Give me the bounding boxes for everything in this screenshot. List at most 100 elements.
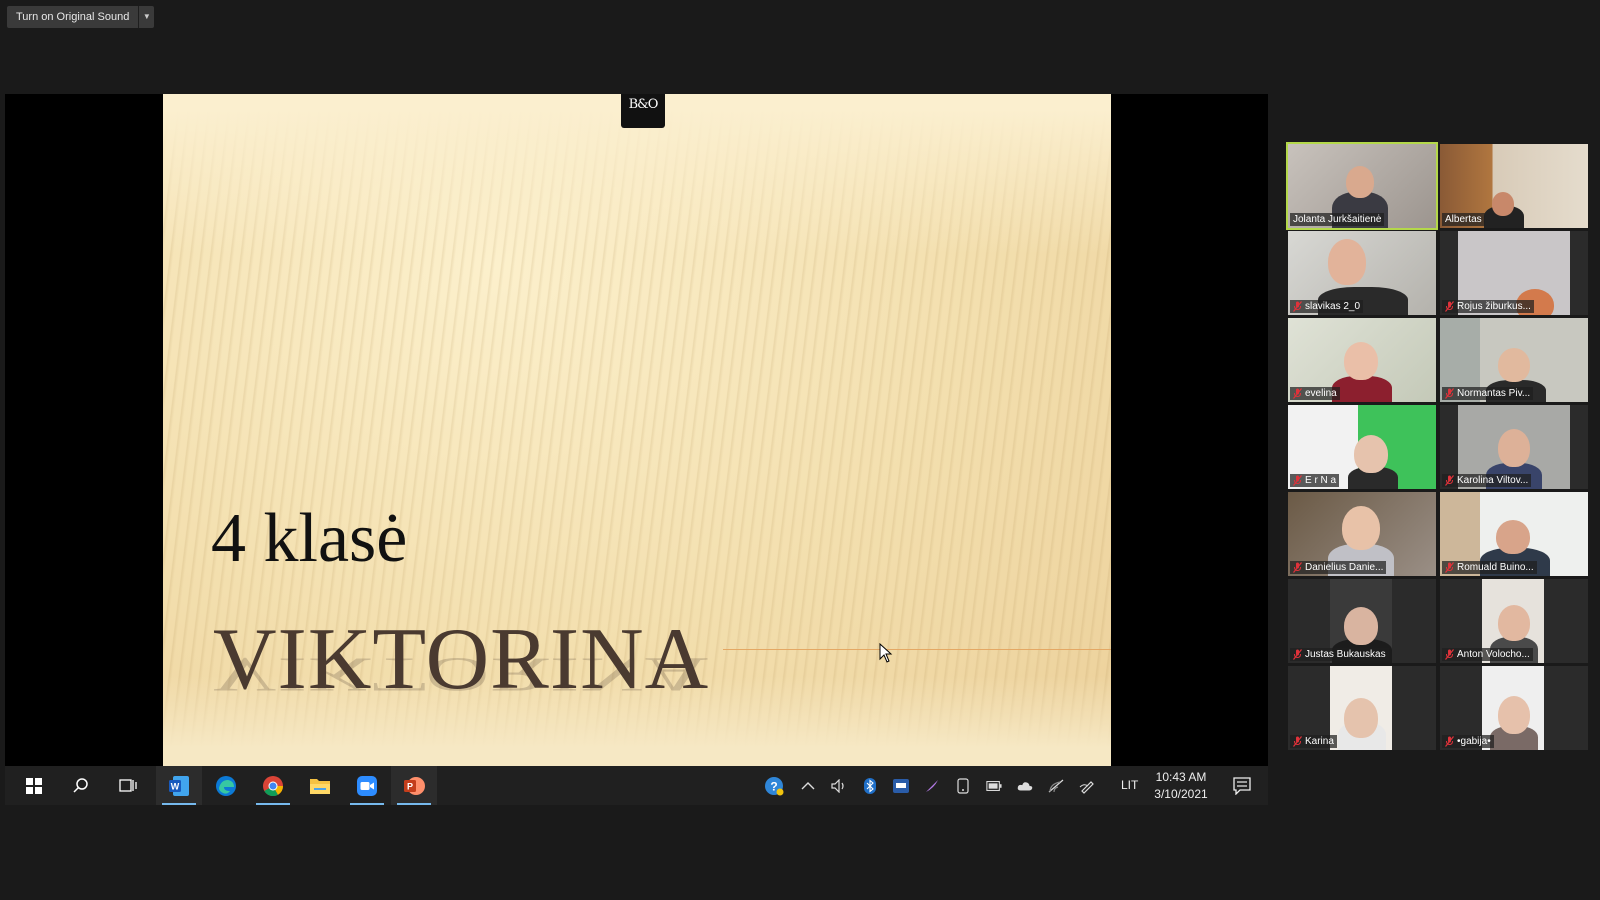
windows-taskbar: W P ? LIT 10:43 AM 3/10/2021 <box>5 766 1268 805</box>
taskbar-edge[interactable] <box>203 766 249 805</box>
participant-name: •gabija• <box>1457 736 1491 747</box>
participant-name-label: Jolanta Jurkšaitienė <box>1290 213 1385 226</box>
presentation-slide: B&O 4 klasė VIKTORINA VIKTORINA <box>163 94 1111 766</box>
muted-mic-icon <box>1445 475 1454 486</box>
file-explorer-icon <box>310 778 330 794</box>
participant-face <box>1354 435 1388 473</box>
participant-face <box>1346 166 1374 198</box>
muted-mic-icon <box>1293 649 1302 660</box>
participant-tile[interactable]: Rojus žiburkus... <box>1440 231 1588 315</box>
task-view-button[interactable] <box>105 766 151 805</box>
participant-name-label: Rojus žiburkus... <box>1442 300 1534 313</box>
volume-tray-icon[interactable] <box>831 778 847 794</box>
word-icon: W <box>169 775 189 796</box>
original-sound-dropdown-icon[interactable]: ▼ <box>138 6 155 28</box>
taskbar-file-explorer[interactable] <box>297 766 343 805</box>
participant-face <box>1328 239 1366 285</box>
participant-name: Anton Volocho... <box>1457 649 1530 660</box>
taskbar-chrome[interactable] <box>250 766 296 805</box>
pen-tray-icon[interactable] <box>924 778 940 794</box>
chat-tray-icon[interactable] <box>893 778 909 794</box>
battery-tray-icon[interactable] <box>986 778 1002 794</box>
participant-tile[interactable]: E r N a <box>1288 405 1436 489</box>
participant-name: Normantas Piv... <box>1457 388 1531 399</box>
participant-name-label: Albertas <box>1442 213 1485 226</box>
bluetooth-tray-icon[interactable] <box>862 778 878 794</box>
muted-mic-icon <box>1445 301 1454 312</box>
participant-name: Jolanta Jurkšaitienė <box>1293 214 1382 225</box>
muted-mic-icon <box>1445 562 1454 573</box>
feather-icon <box>926 780 938 792</box>
taskbar-word[interactable]: W <box>156 766 202 805</box>
muted-mic-icon <box>1293 736 1302 747</box>
wifi-icon <box>1048 779 1064 793</box>
start-button[interactable] <box>11 766 57 805</box>
participant-face <box>1498 605 1530 641</box>
muted-mic-icon <box>1445 388 1454 399</box>
participant-tile[interactable]: Karina <box>1288 666 1436 750</box>
search-icon <box>73 777 88 793</box>
participant-tile[interactable]: Albertas <box>1440 144 1588 228</box>
muted-mic-icon <box>1445 649 1454 660</box>
participant-tile[interactable]: •gabija• <box>1440 666 1588 750</box>
clock-date: 3/10/2021 <box>1154 787 1208 801</box>
participant-name: Rojus žiburkus... <box>1457 301 1531 312</box>
participant-face <box>1498 696 1530 734</box>
participant-tile[interactable]: slavikas 2_0 <box>1288 231 1436 315</box>
action-center-icon[interactable] <box>1233 777 1251 795</box>
windows-start-icon <box>26 777 42 794</box>
help-tray-icon[interactable]: ? <box>764 776 784 796</box>
help-icon: ? <box>765 777 784 796</box>
bluetooth-icon <box>864 778 876 794</box>
taskbar-zoom[interactable] <box>344 766 390 805</box>
device-tray-icon[interactable] <box>955 778 971 794</box>
participant-name: evelina <box>1305 388 1337 399</box>
participant-name: Albertas <box>1445 214 1482 225</box>
participant-tile[interactable]: Romuald Buino... <box>1440 492 1588 576</box>
participant-face <box>1344 342 1378 380</box>
show-hidden-icons-button[interactable] <box>800 778 816 794</box>
taskbar-powerpoint[interactable]: P <box>391 766 437 805</box>
participant-name-label: slavikas 2_0 <box>1290 300 1364 313</box>
participant-face <box>1492 192 1514 216</box>
participant-name-label: E r N a <box>1290 474 1340 487</box>
task-view-icon <box>119 778 137 792</box>
participant-tile[interactable]: Justas Bukauskas <box>1288 579 1436 663</box>
participant-face <box>1342 506 1380 550</box>
muted-mic-icon <box>1293 562 1302 573</box>
slide-accent-line <box>723 649 1111 650</box>
ink-tray-icon[interactable] <box>1079 778 1095 794</box>
participant-tile[interactable]: Karolina Viltov... <box>1440 405 1588 489</box>
cloud-icon <box>1017 782 1033 791</box>
mouse-cursor-icon <box>879 643 893 663</box>
participant-name: Justas Bukauskas <box>1305 649 1386 660</box>
input-language[interactable]: LIT <box>1121 778 1138 792</box>
participant-name: Karina <box>1305 736 1334 747</box>
message-icon <box>893 779 909 793</box>
edge-icon <box>216 775 236 796</box>
slide-title-reflection: VIKTORINA <box>213 647 710 701</box>
participant-name: E r N a <box>1305 475 1337 486</box>
onedrive-tray-icon[interactable] <box>1017 778 1033 794</box>
participant-name: Danielius Danie... <box>1305 562 1384 573</box>
shared-screen: B&O 4 klasė VIKTORINA VIKTORINA W P ? LI… <box>5 94 1268 805</box>
system-clock[interactable]: 10:43 AM 3/10/2021 <box>1151 769 1211 803</box>
participant-name-label: Justas Bukauskas <box>1290 648 1389 661</box>
muted-mic-icon <box>1293 388 1302 399</box>
taskbar-search-button[interactable] <box>58 766 104 805</box>
bo-logo: B&O <box>621 94 665 128</box>
network-tray-icon[interactable] <box>1048 778 1064 794</box>
participant-name-label: Anton Volocho... <box>1442 648 1533 661</box>
participant-tile[interactable]: Jolanta Jurkšaitienė <box>1286 142 1438 230</box>
participant-name: slavikas 2_0 <box>1305 301 1361 312</box>
zoom-icon <box>357 775 377 796</box>
svg-text:P: P <box>407 781 413 791</box>
slide-subtitle: 4 klasė <box>211 500 408 577</box>
participant-tile[interactable]: evelina <box>1288 318 1436 402</box>
participant-tile[interactable]: Normantas Piv... <box>1440 318 1588 402</box>
participant-name-label: •gabija• <box>1442 735 1494 748</box>
participant-tile[interactable]: Anton Volocho... <box>1440 579 1588 663</box>
original-sound-button[interactable]: Turn on Original Sound <box>7 6 139 28</box>
clock-time: 10:43 AM <box>1155 770 1207 784</box>
participant-tile[interactable]: Danielius Danie... <box>1288 492 1436 576</box>
